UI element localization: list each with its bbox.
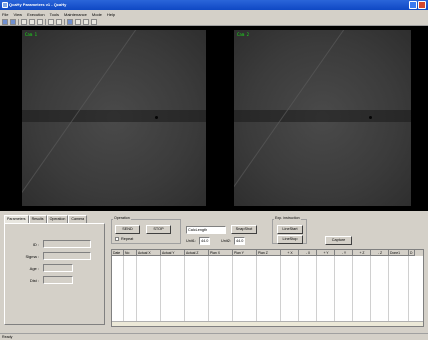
menu-bar: File View Execution Tools Maintenance Mo… (0, 10, 428, 18)
camera-band (22, 110, 206, 122)
grid-column (335, 256, 353, 322)
param-sigma-label: Sigma : (25, 253, 39, 259)
unit1-field[interactable]: 44.0 (199, 237, 210, 245)
menu-help[interactable]: Help (107, 12, 115, 17)
grid-body (112, 256, 423, 322)
grid-column (233, 256, 257, 322)
tab-results[interactable]: Results (28, 215, 47, 223)
window-title: QcaHy Parameters v1 - QcaHy (9, 2, 67, 7)
capture-button[interactable]: Capture (325, 236, 352, 245)
tab-parameters[interactable]: Parameters (4, 215, 29, 223)
toolbar-separator (18, 18, 19, 25)
camera-target-dot (155, 116, 158, 119)
param-row: ID : (7, 240, 91, 248)
snapshot-button[interactable]: SnapShot (231, 225, 257, 234)
grid-column (112, 256, 124, 322)
camera-band (234, 110, 411, 122)
horizontal-scrollbar[interactable] (112, 321, 423, 326)
open-icon[interactable] (2, 18, 8, 25)
param-age-label: Age : (29, 265, 39, 271)
toolbar-separator (45, 18, 46, 25)
stop-button[interactable]: STOP (146, 225, 171, 234)
zoom-out-icon[interactable] (37, 18, 43, 25)
unit2-label: Unit2: (221, 239, 231, 243)
close-icon[interactable] (418, 1, 426, 9)
param-dist-field[interactable] (43, 276, 73, 284)
window-controls (409, 1, 426, 9)
param-row: Sigma : (7, 252, 91, 260)
grid-column (124, 256, 137, 322)
repeat-label: Repeat (121, 237, 134, 241)
zoom-in-icon[interactable] (29, 18, 35, 25)
param-row: Dist : (7, 276, 73, 284)
grid-column (137, 256, 161, 322)
status-text: Ready (2, 335, 13, 339)
camera-label: Cam 1 (25, 32, 38, 37)
param-id-label: ID : (32, 241, 39, 247)
results-grid[interactable]: Date No Actual X Actual Y Actual Z Plan … (111, 249, 424, 327)
toolbar-separator (64, 18, 65, 25)
menu-file[interactable]: File (2, 12, 8, 17)
grid-column (257, 256, 281, 322)
camera-label: Cam 2 (237, 32, 250, 37)
camera-target-dot (369, 116, 372, 119)
parameters-panel: ID : Sigma : Age : Dist : (4, 223, 105, 325)
tab-camera[interactable]: Camera (68, 215, 88, 223)
param-dist-label: Dist : (29, 277, 39, 283)
grid-column (185, 256, 209, 322)
grid-column (209, 256, 233, 322)
toolbar (0, 18, 428, 26)
tab-operation[interactable]: Operation (46, 215, 69, 223)
menu-maintenance[interactable]: Maintenance (64, 12, 87, 17)
grid-column (161, 256, 185, 322)
param-id-field[interactable] (43, 240, 91, 248)
operation-title: Operation (113, 216, 131, 220)
copy-icon[interactable] (48, 18, 54, 25)
grid-column (317, 256, 335, 322)
grid-column (371, 256, 389, 322)
grid-column (353, 256, 371, 322)
param-row: Age : (7, 264, 73, 272)
camera-view-left[interactable]: Cam 1 (22, 30, 206, 206)
app-icon (2, 2, 8, 8)
status-bar: Ready (0, 333, 428, 340)
camera-view-right[interactable]: Cam 2 (234, 30, 411, 206)
repeat-checkbox[interactable] (115, 237, 119, 241)
menu-tools[interactable]: Tools (50, 12, 59, 17)
repeat-checkbox-row: Repeat (115, 237, 133, 241)
forward-icon[interactable] (83, 18, 89, 25)
menu-execution[interactable]: Execution (27, 12, 45, 17)
unit1-label: Unit1: (186, 239, 196, 243)
next-icon[interactable] (91, 18, 97, 25)
calc-input[interactable]: CalcLength (186, 226, 226, 234)
tool-icon[interactable] (21, 18, 27, 25)
minimize-icon[interactable] (409, 1, 417, 9)
param-sigma-field[interactable] (43, 252, 91, 260)
linestart-button[interactable]: LineStart (277, 225, 303, 234)
pointer-icon[interactable] (67, 18, 73, 25)
back-icon[interactable] (75, 18, 81, 25)
title-bar: QcaHy Parameters v1 - QcaHy (0, 0, 428, 10)
menu-view[interactable]: View (13, 12, 22, 17)
send-button[interactable]: SEND (115, 225, 140, 234)
save-icon[interactable] (10, 18, 16, 25)
grid-column (389, 256, 409, 322)
menu-mode[interactable]: Mode (92, 12, 102, 17)
paste-icon[interactable] (56, 18, 62, 25)
grid-column (299, 256, 317, 322)
linestop-button[interactable]: LineStop (277, 235, 303, 244)
grid-column (281, 256, 299, 322)
param-age-field[interactable] (43, 264, 73, 272)
unit2-field[interactable]: 44.0 (234, 237, 245, 245)
exp-title: Exp. instruction (274, 216, 301, 220)
tab-strip: Parameters Results Operation Camera (4, 215, 88, 223)
